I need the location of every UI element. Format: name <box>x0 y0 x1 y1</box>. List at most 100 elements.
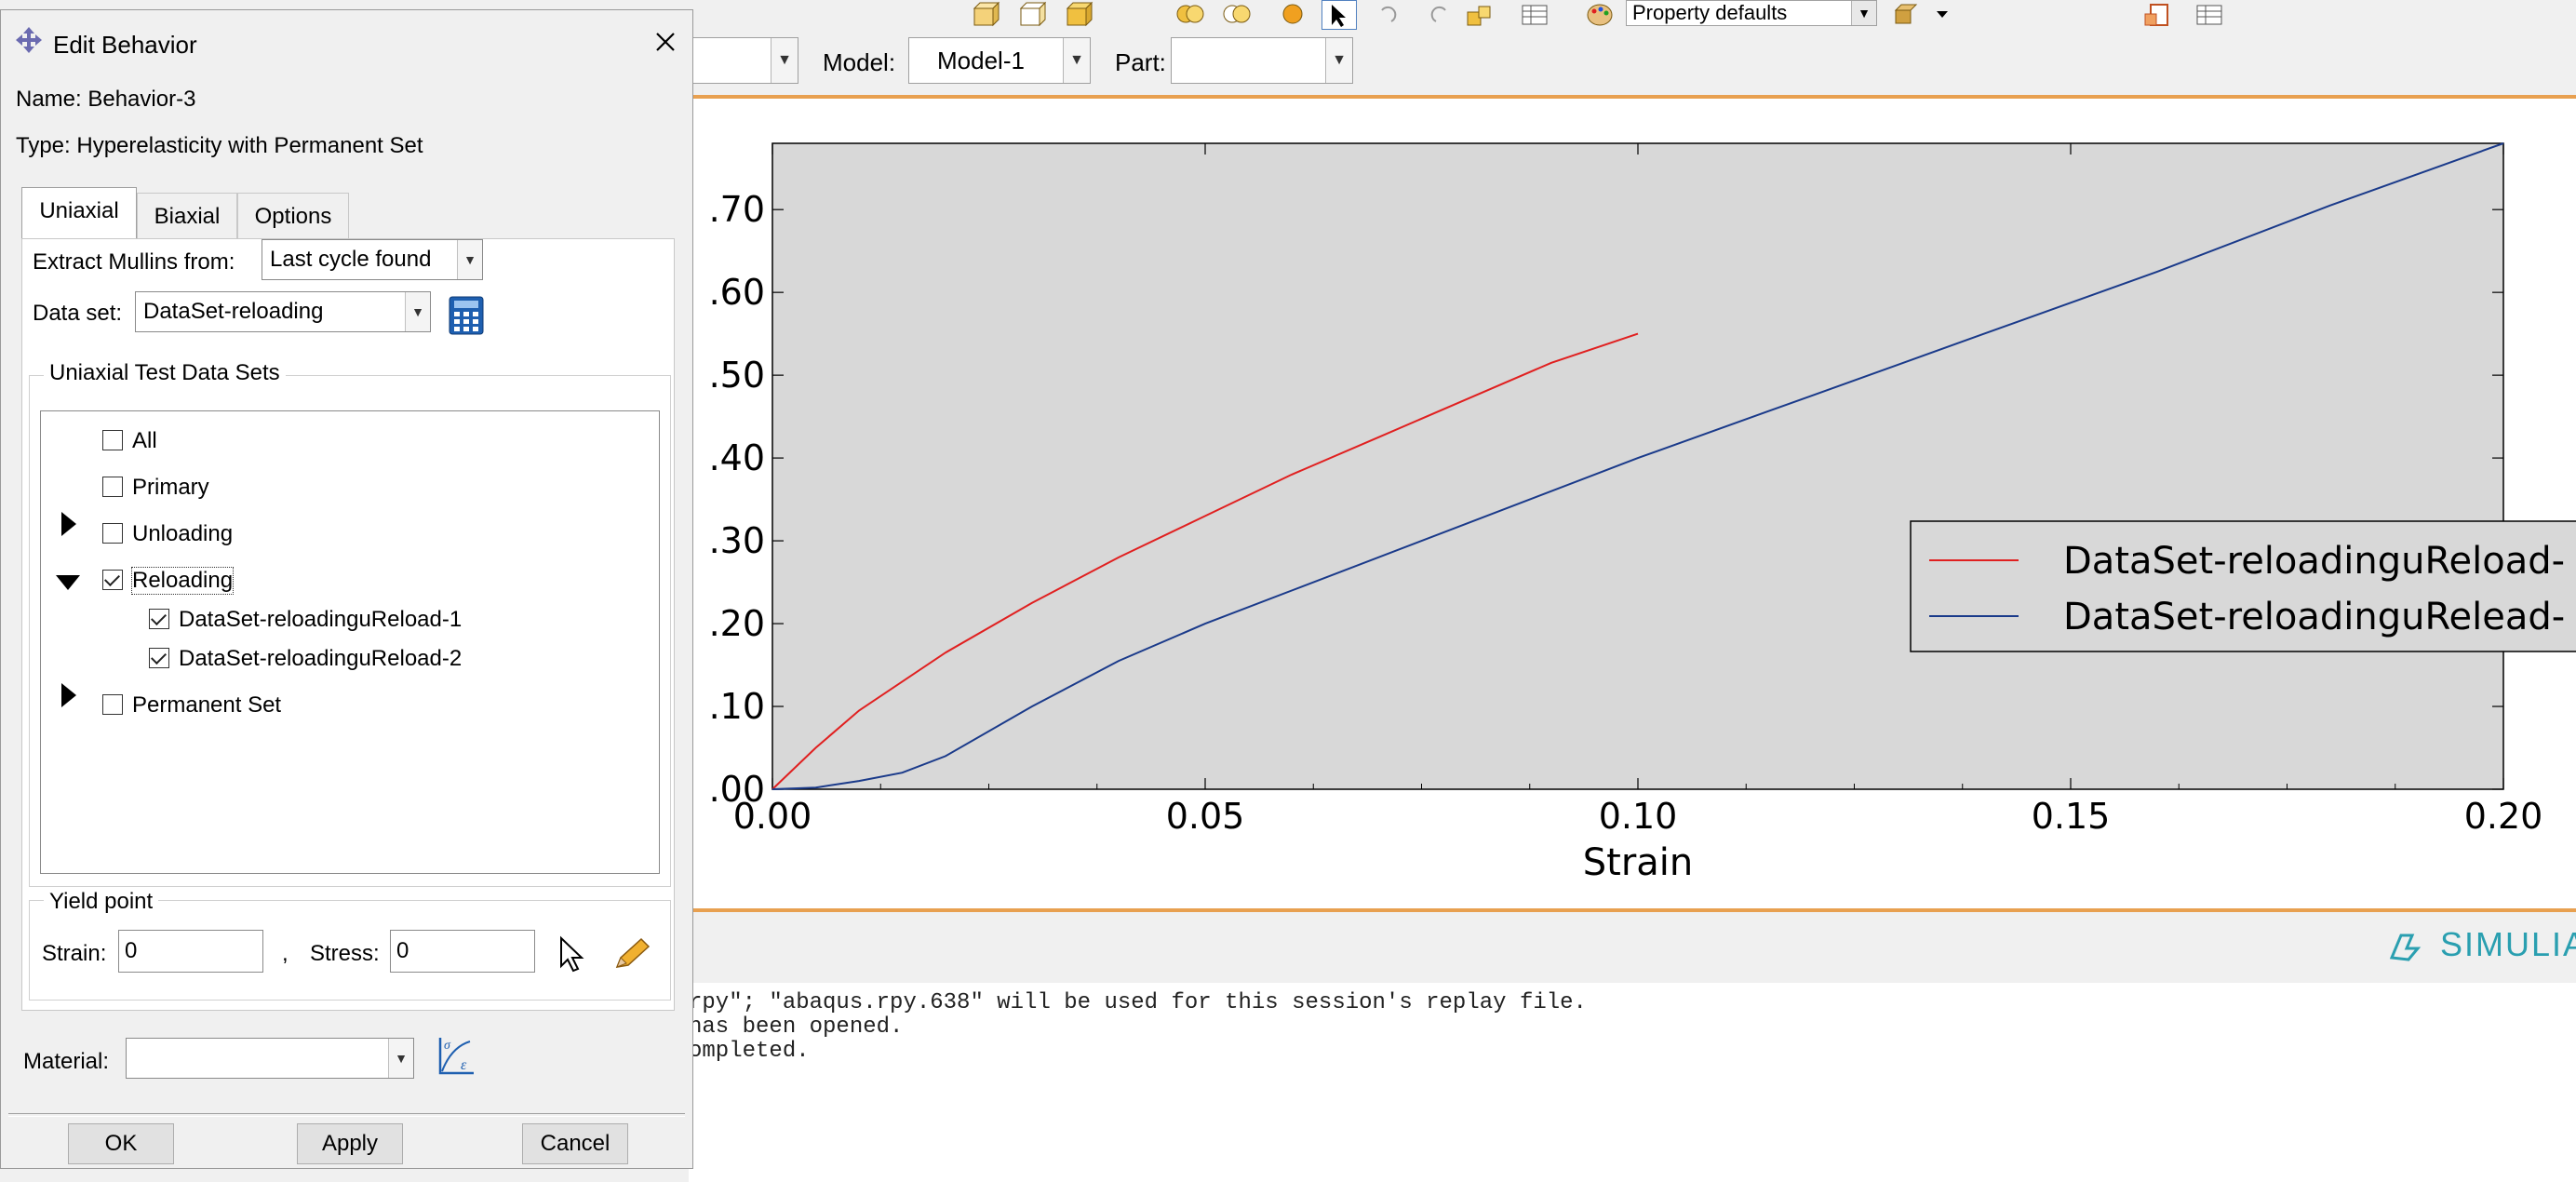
message-line: ompleted. <box>689 1039 810 1064</box>
stress-strain-evaluate-icon[interactable]: σ ε <box>435 1034 477 1079</box>
dataset-label: Data set: <box>33 301 123 326</box>
tab-options[interactable]: Options <box>237 193 349 239</box>
y-tick-label: .40 <box>709 437 765 478</box>
y-tick-label: .50 <box>709 355 765 396</box>
x-tick-label: 0.20 <box>2464 796 2543 837</box>
cube-options-icon[interactable] <box>1889 0 1925 30</box>
checkbox-primary[interactable] <box>102 477 123 497</box>
tree-item-reload-1[interactable]: DataSet-reloadinguReload-1 <box>179 607 462 633</box>
chevron-down-icon: ▼ <box>388 1039 413 1078</box>
extract-mullins-label: Extract Mullins from: <box>33 249 235 275</box>
solid-box-icon[interactable] <box>1061 0 1096 30</box>
part-select[interactable]: ▼ <box>1171 37 1353 84</box>
query-table-icon[interactable] <box>2192 0 2227 30</box>
chevron-down-icon: ▼ <box>457 240 482 279</box>
legend-label-1: DataSet-reloadinguReload- <box>2063 540 2565 583</box>
x-axis-label: Strain <box>1583 841 1694 884</box>
tree-item-reloading[interactable]: Reloading <box>130 567 235 595</box>
chevron-down-icon: ▼ <box>1325 38 1352 83</box>
ds-logo-icon <box>2389 934 2422 962</box>
sketch-icon[interactable] <box>2140 0 2176 30</box>
material-label: Material: <box>23 1049 110 1074</box>
partition-icon[interactable] <box>1461 0 1496 30</box>
strain-field[interactable]: 0 <box>118 930 263 973</box>
stress-field[interactable]: 0 <box>390 930 535 973</box>
table-icon[interactable] <box>1517 0 1552 30</box>
viewport[interactable]: 0.00 0.05 0.10 0.15 0.20.00.10.20.30.40.50.6… <box>689 99 2576 908</box>
y-tick-label: .70 <box>709 189 765 230</box>
boolean-cut-icon[interactable] <box>1219 0 1254 30</box>
simulia-logo: SIMULIA <box>2388 925 2576 963</box>
tree-item-permanent-set[interactable]: Permanent Set <box>132 692 281 719</box>
tree-item-all[interactable]: All <box>132 428 157 454</box>
boolean-merge-icon[interactable] <box>1173 0 1208 30</box>
message-area[interactable]: rpy"; "abaqus.rpy.638" will be used for … <box>689 983 2576 1182</box>
extract-mullins-select[interactable]: Last cycle found ▼ <box>262 239 483 280</box>
chevron-down-icon: ▼ <box>1851 1 1876 25</box>
chevron-down-icon: ▼ <box>405 292 430 331</box>
tree-item-unloading[interactable]: Unloading <box>132 521 233 547</box>
calculator-icon[interactable] <box>448 295 485 336</box>
cancel-button[interactable]: Cancel <box>522 1123 628 1164</box>
model-select[interactable]: Model-1 ▼ <box>908 37 1091 84</box>
strain-label: Strain: <box>42 941 107 966</box>
tab-label: Uniaxial <box>39 198 119 223</box>
legend-label-2: DataSet-reloadinguRelead- <box>2063 596 2565 638</box>
expand-triangle-icon[interactable] <box>61 512 76 536</box>
pick-cursor-icon[interactable] <box>557 935 589 973</box>
tree-item-primary[interactable]: Primary <box>132 475 209 501</box>
undo-icon[interactable] <box>1368 0 1403 30</box>
y-tick-label: .20 <box>709 603 765 644</box>
chevron-down-icon: ▼ <box>771 38 798 83</box>
checkbox-reload-1[interactable] <box>149 609 169 629</box>
material-select[interactable]: ▼ <box>126 1038 414 1079</box>
x-tick-label: 0.10 <box>1599 796 1678 837</box>
y-tick-label: .00 <box>709 769 765 810</box>
checkbox-unloading[interactable] <box>102 523 123 544</box>
pencil-icon[interactable] <box>611 935 652 973</box>
apply-button[interactable]: Apply <box>297 1123 403 1164</box>
box-icon[interactable] <box>1014 0 1050 30</box>
group-title: Uniaxial Test Data Sets <box>44 360 286 386</box>
checkbox-reload-2[interactable] <box>149 648 169 668</box>
expand-triangle-icon[interactable] <box>61 683 76 707</box>
model-value: Model-1 <box>937 47 1025 74</box>
svg-text:σ: σ <box>444 1039 451 1053</box>
create-part-icon[interactable] <box>968 0 1003 30</box>
dataset-select[interactable]: DataSet-reloading ▼ <box>135 291 431 332</box>
separator-comma: , <box>282 941 288 966</box>
checkbox-all[interactable] <box>102 430 123 450</box>
chevron-down-icon: ▼ <box>1063 38 1090 83</box>
x-tick-label: 0.15 <box>2032 796 2111 837</box>
redo-icon[interactable] <box>1424 0 1459 30</box>
stress-label: Stress: <box>310 941 380 966</box>
tab-biaxial[interactable]: Biaxial <box>137 193 237 239</box>
sphere-icon[interactable] <box>1275 0 1310 30</box>
message-line: has been opened. <box>689 1014 904 1040</box>
behavior-name: Name: Behavior-3 <box>16 87 196 112</box>
tab-label: Biaxial <box>154 204 221 229</box>
message-line: rpy"; "abaqus.rpy.638" will be used for … <box>689 990 1587 1015</box>
ok-button[interactable]: OK <box>68 1123 174 1164</box>
behavior-type: Type: Hyperelasticity with Permanent Set <box>16 133 423 158</box>
extract-mullins-value: Last cycle found <box>270 247 432 272</box>
checkbox-reloading[interactable] <box>102 570 123 590</box>
tree-item-reload-2[interactable]: DataSet-reloadinguReload-2 <box>179 646 462 672</box>
property-defaults-select[interactable]: Property defaults ▼ <box>1626 0 1877 26</box>
plot-area <box>771 142 2504 790</box>
dialog-title: Edit Behavior <box>53 31 197 59</box>
y-tick-label: .30 <box>709 520 765 561</box>
dialog-separator <box>8 1113 685 1117</box>
close-icon[interactable] <box>652 29 678 55</box>
select-arrow-icon[interactable] <box>1322 0 1357 30</box>
edit-behavior-dialog: Edit Behavior Name: Behavior-3 Type: Hyp… <box>0 9 693 1169</box>
checkbox-permanent-set[interactable] <box>102 694 123 715</box>
cube-options-dropdown-icon[interactable] <box>1925 0 1948 30</box>
part-label: Part: <box>1115 48 1166 76</box>
palette-icon[interactable] <box>1582 0 1617 30</box>
dataset-tree[interactable]: All Primary Unloading Reloading DataSet-… <box>40 410 660 874</box>
collapse-triangle-icon[interactable] <box>56 575 80 590</box>
apply-label: Apply <box>321 1131 379 1156</box>
tab-uniaxial[interactable]: Uniaxial <box>21 187 137 239</box>
svg-text:ε: ε <box>461 1057 467 1073</box>
